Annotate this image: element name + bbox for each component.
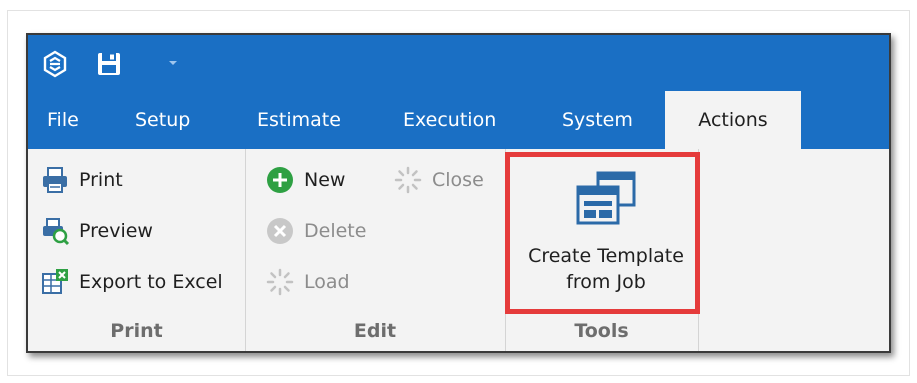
print-group-label: Print [110,320,163,342]
tab-execution[interactable]: Execution [403,91,496,149]
tab-system[interactable]: System [562,91,633,149]
edit-group-label: Edit [353,320,397,342]
new-label: New [304,169,346,191]
save-icon[interactable] [95,50,123,78]
tab-file[interactable]: File [47,91,79,149]
tab-estimate[interactable]: Estimate [257,91,341,149]
print-button[interactable]: Print [39,163,123,197]
ribbon-tabs: File Setup Estimate Execution System Act… [28,91,889,149]
tools-group-label: Tools [574,320,629,342]
close-button[interactable]: Close [392,163,484,197]
spinner-icon [392,164,424,196]
new-button[interactable]: New [264,163,345,197]
app-window: File Setup Estimate Execution System Act… [26,33,891,353]
print-preview-icon [39,215,71,247]
printer-icon [39,164,71,196]
plus-circle-icon [264,164,296,196]
print-label: Print [79,169,123,191]
export-label: Export to Excel [79,271,223,293]
close-label: Close [432,169,484,191]
delete-button[interactable]: Delete [264,214,366,248]
x-circle-icon [264,215,296,247]
tab-setup[interactable]: Setup [135,91,190,149]
export-to-excel-button[interactable]: Export to Excel [39,265,223,299]
preview-label: Preview [79,220,153,242]
preview-button[interactable]: Preview [39,214,153,248]
tab-actions[interactable]: Actions [665,91,801,149]
chevron-down-icon[interactable] [165,55,181,71]
title-bar [28,35,889,91]
spinner-icon [264,266,296,298]
load-label: Load [304,271,350,293]
ribbon-panel: Print Preview Export to Excel Print New … [28,149,889,351]
delete-label: Delete [304,220,367,242]
app-logo-icon[interactable] [41,50,69,78]
load-button[interactable]: Load [264,265,350,299]
highlight-box [505,152,700,314]
excel-export-icon [39,266,71,298]
